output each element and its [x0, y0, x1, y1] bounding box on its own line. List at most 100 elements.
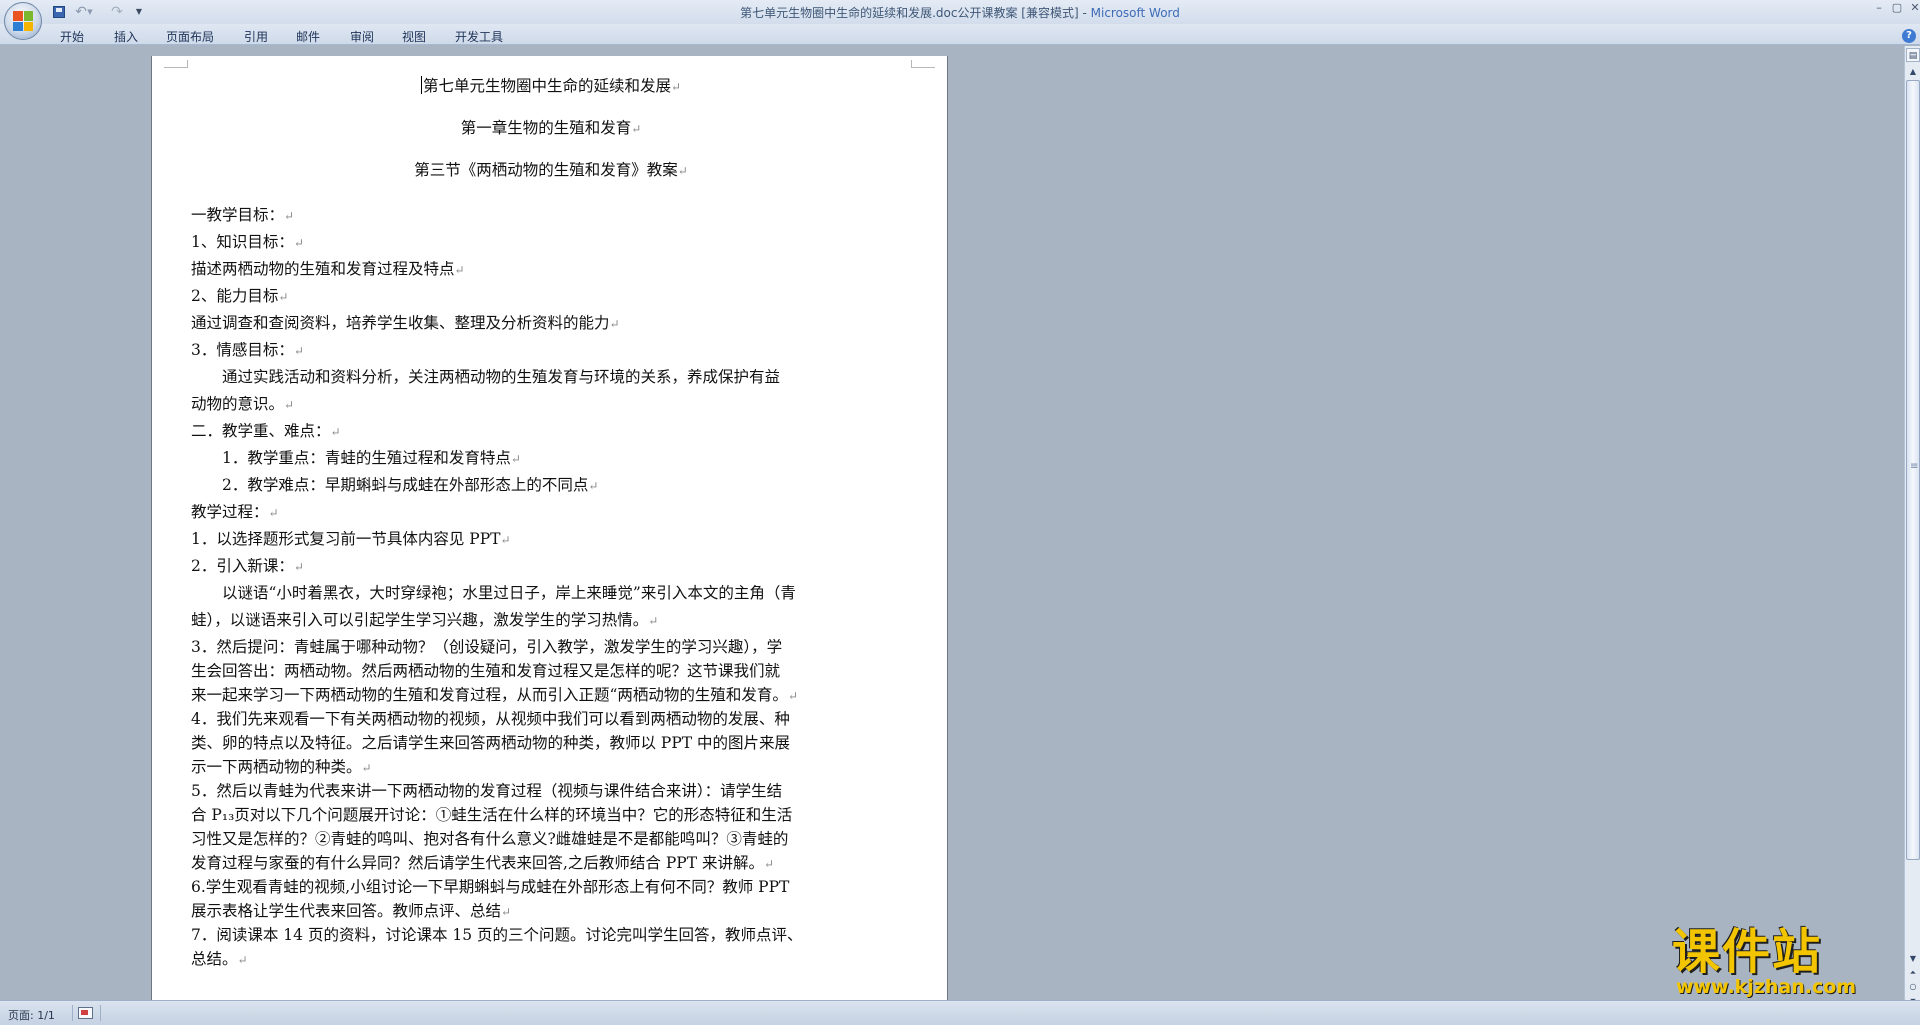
tab-mailings[interactable]: 邮件: [296, 28, 320, 45]
paragraph-mark: ↵: [500, 533, 511, 547]
document-line: 3．情感目标：↵: [191, 338, 304, 360]
document-line-text: 蛙），以谜语来引入可以引起学生学习兴趣，激发学生的学习热情。: [191, 611, 649, 629]
status-separator: [72, 1005, 73, 1021]
document-line: 教学过程：↵: [191, 500, 279, 522]
document-line-text: 5．然后以青蛙为代表来讲一下两栖动物的发育过程（视频与课件结合来讲）：请学生结: [191, 782, 783, 800]
document-line-text: 发育过程与家蚕的有什么异同？然后请学生代表来回答,之后教师结合 PPT 来讲解。: [191, 854, 764, 872]
paragraph-mark: ↵: [670, 80, 682, 94]
document-line-text: 二．教学重、难点：: [191, 422, 331, 440]
document-line: 合 P₁₃页对以下几个问题展开讨论：①蛙生活在什么样的环境当中？它的形态特征和生…: [191, 803, 792, 825]
document-title-line-3: 第三节《两栖动物的生殖和发育》教案↵: [191, 158, 911, 180]
document-line-text: 2．引入新课：: [191, 557, 294, 575]
document-line: 习性又是怎样的？②青蛙的鸣叫、抱对各有什么意义?雌雄蛙是不是都能鸣叫？③青蛙的: [191, 827, 788, 849]
document-line: 通过实践活动和资料分析，关注两栖动物的生殖发育与环境的关系，养成保护有益: [191, 365, 780, 387]
window-title-app: Microsoft Word: [1090, 6, 1180, 20]
tab-insert[interactable]: 插入: [114, 28, 138, 45]
paragraph-mark: ↵: [278, 290, 289, 304]
paragraph-mark: ↵: [501, 905, 512, 919]
paragraph-mark: ↵: [361, 761, 372, 775]
document-line: 7．阅读课本 14 页的资料，讨论课本 15 页的三个问题。讨论完叫学生回答，教…: [191, 923, 803, 945]
tab-developer[interactable]: 开发工具: [455, 28, 503, 45]
paragraph-mark: ↵: [284, 398, 295, 412]
watermark-url: www.kjzhan.com: [1676, 976, 1857, 998]
title-2-text: 第一章生物的生殖和发育: [460, 119, 632, 137]
document-line-text: 来一起来学习一下两栖动物的生殖和发育过程，从而引入正题“两栖动物的生殖和发育。: [191, 686, 788, 704]
document-line: 类、卵的特点以及特征。之后请学生来回答两栖动物的种类，教师以 PPT 中的图片来…: [191, 731, 790, 753]
document-line: 以谜语“小时着黑衣，大时穿绿袍；水里过日子，岸上来睡觉”来引入本文的主角（青: [191, 581, 796, 603]
paragraph-mark: ↵: [631, 122, 642, 136]
document-line-text: 教学过程：: [191, 503, 269, 521]
document-line: 蛙），以谜语来引入可以引起学生学习兴趣，激发学生的学习热情。↵: [191, 608, 658, 630]
paragraph-mark: ↵: [330, 425, 341, 439]
document-line: 4．我们先来观看一下有关两栖动物的视频，从视频中我们可以看到两栖动物的发展、种: [191, 707, 790, 729]
document-line-text: 类、卵的特点以及特征。之后请学生来回答两栖动物的种类，教师以 PPT 中的图片来…: [191, 734, 791, 752]
document-line-text: 3．然后提问：青蛙属于哪种动物？（创设疑问，引入教学，激发学生的学习兴趣），学: [191, 638, 783, 656]
select-browse-object-button[interactable]: ○: [1906, 980, 1920, 994]
scroll-thumb[interactable]: [1906, 80, 1920, 860]
paragraph-mark: ↵: [588, 479, 599, 493]
document-page[interactable]: 第七单元生物圈中生命的延续和发展↵ 第一章生物的生殖和发育↵ 第三节《两栖动物的…: [151, 56, 948, 1000]
document-line: 生会回答出：两栖动物。然后两栖动物的生殖和发育过程又是怎样的呢？这节课我们就: [191, 659, 780, 681]
ribbon-tab-bar: 开始 插入 页面布局 引用 邮件 审阅 视图 开发工具: [0, 24, 1920, 45]
window-title-separator: -: [1078, 6, 1091, 20]
document-line-text: 6.学生观看青蛙的视频,小组讨论一下早期蝌蚪与成蛙在外部形态上有何不同？教师 P…: [191, 878, 790, 896]
vertical-scrollbar[interactable]: ▤ ▲ ▼ ⏶ ○ ⏷: [1904, 46, 1920, 1005]
document-line: 二．教学重、难点：↵: [191, 419, 341, 441]
document-line-text: 3．情感目标：: [191, 341, 294, 359]
scroll-down-button[interactable]: ▼: [1906, 952, 1920, 966]
scroll-up-button[interactable]: ▲: [1906, 65, 1920, 79]
document-line-text: 生会回答出：两栖动物。然后两栖动物的生殖和发育过程又是怎样的呢？这节课我们就: [191, 662, 781, 680]
text-cursor: [420, 76, 422, 94]
document-line: 2．引入新课：↵: [191, 554, 304, 576]
help-icon[interactable]: ?: [1902, 29, 1916, 43]
document-line-text: 一教学目标：: [191, 206, 285, 224]
document-line: 2．教学难点：早期蝌蚪与成蛙在外部形态上的不同点↵: [191, 473, 598, 495]
paragraph-mark: ↵: [293, 560, 304, 574]
tab-view[interactable]: 视图: [402, 28, 426, 45]
paragraph-mark: ↵: [677, 164, 688, 178]
document-line-text: 4．我们先来观看一下有关两栖动物的视频，从视频中我们可以看到两栖动物的发展、种: [191, 710, 790, 728]
document-line-text: 1．教学重点：青蛙的生殖过程和发育特点: [191, 449, 511, 467]
document-line-text: 2、能力目标: [191, 287, 279, 305]
document-line: 3．然后提问：青蛙属于哪种动物？（创设疑问，引入教学，激发学生的学习兴趣），学: [191, 635, 782, 657]
office-logo-icon: [13, 11, 33, 31]
paragraph-mark: ↵: [268, 506, 279, 520]
tab-page-layout[interactable]: 页面布局: [166, 28, 214, 45]
document-line: 发育过程与家蚕的有什么异同？然后请学生代表来回答,之后教师结合 PPT 来讲解。…: [191, 851, 774, 873]
close-button[interactable]: ✕: [1904, 1, 1920, 17]
document-line-text: 动物的意识。: [191, 395, 285, 413]
office-button[interactable]: [4, 2, 42, 40]
paragraph-mark: ↵: [293, 236, 304, 250]
document-line-text: 示一下两栖动物的种类。: [191, 758, 362, 776]
document-line-text: 总结。: [191, 950, 238, 968]
window-title-document: 第七单元生物圈中生命的延续和发展.doc公开课教案 [兼容模式]: [740, 6, 1079, 20]
document-line-text: 以谜语“小时着黑衣，大时穿绿袍；水里过日子，岸上来睡觉”来引入本文的主角（青: [191, 584, 796, 602]
document-line: 6.学生观看青蛙的视频,小组讨论一下早期蝌蚪与成蛙在外部形态上有何不同？教师 P…: [191, 875, 789, 897]
document-line: 2、能力目标↵: [191, 284, 288, 306]
document-line: 动物的意识。↵: [191, 392, 294, 414]
document-line-text: 描述两栖动物的生殖和发育过程及特点: [191, 260, 455, 278]
title-1-text: 第七单元生物圈中生命的延续和发展: [422, 77, 671, 95]
document-line: 来一起来学习一下两栖动物的生殖和发育过程，从而引入正题“两栖动物的生殖和发育。↵: [191, 683, 798, 705]
document-line: 1．教学重点：青蛙的生殖过程和发育特点↵: [191, 446, 521, 468]
page-indicator[interactable]: 页面: 1/1: [8, 1007, 55, 1023]
document-line-text: 1、知识目标：: [191, 233, 294, 251]
document-line-text: 通过实践活动和资料分析，关注两栖动物的生殖发育与环境的关系，养成保护有益: [191, 368, 781, 386]
document-line: 描述两栖动物的生殖和发育过程及特点↵: [191, 257, 465, 279]
tab-references[interactable]: 引用: [244, 28, 268, 45]
paragraph-mark: ↵: [763, 857, 775, 871]
document-title-line-2: 第一章生物的生殖和发育↵: [191, 116, 911, 138]
tab-home[interactable]: 开始: [60, 28, 84, 45]
tab-review[interactable]: 审阅: [350, 28, 374, 45]
paragraph-mark: ↵: [609, 317, 620, 331]
document-line: 1、知识目标：↵: [191, 230, 304, 252]
crop-mark-top-left: [164, 60, 188, 68]
previous-page-button[interactable]: ⏶: [1906, 966, 1920, 980]
document-title-line-1: 第七单元生物圈中生命的延续和发展↵: [191, 74, 911, 96]
paragraph-mark: ↵: [510, 452, 521, 466]
paragraph-mark: ↵: [293, 344, 304, 358]
document-line-text: 7．阅读课本 14 页的资料，讨论课本 15 页的三个问题。讨论完叫学生回答，教…: [191, 926, 803, 944]
ruler-toggle-button[interactable]: ▤: [1906, 48, 1920, 62]
site-watermark-logo: 课件站 www.kjzhan.com: [1666, 926, 1902, 1000]
proofing-status-icon[interactable]: [78, 1007, 93, 1019]
